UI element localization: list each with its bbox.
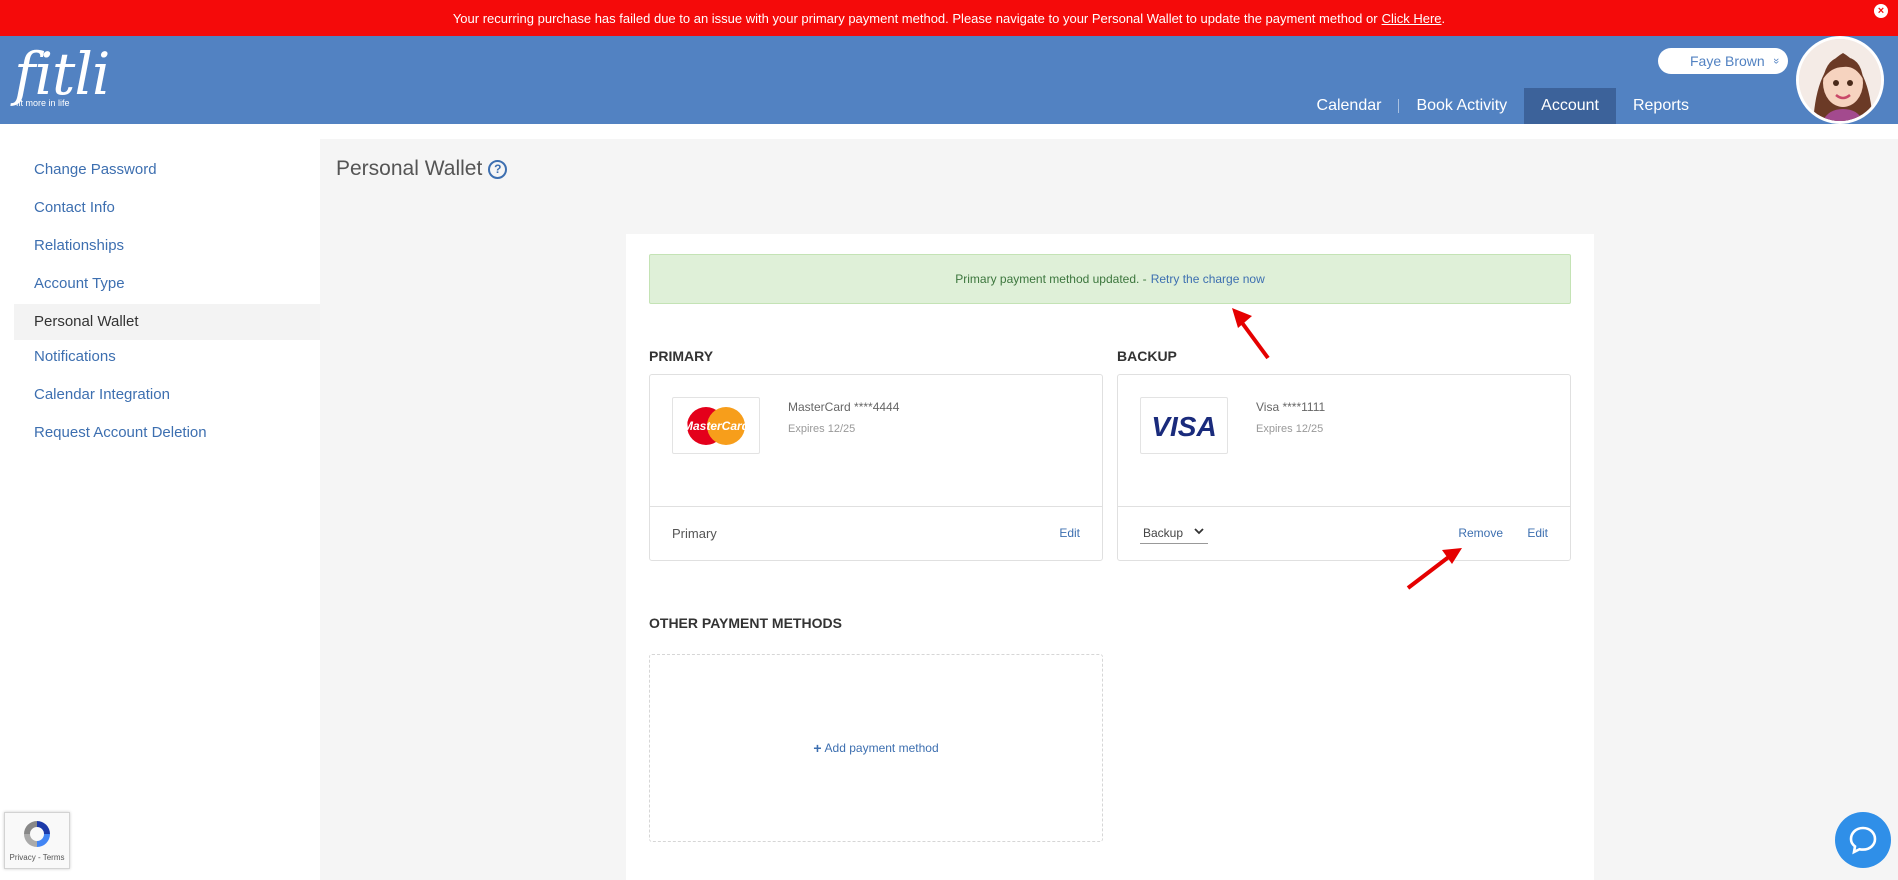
nav-book-activity[interactable]: Book Activity [1399,88,1524,124]
sidebar-item-request-account-deletion[interactable]: Request Account Deletion [0,418,320,456]
banner-period: . [1441,10,1446,26]
main-content: Personal Wallet ? Primary payment method… [320,139,1898,880]
sidebar-item-notifications[interactable]: Notifications [0,342,320,380]
nav-reports[interactable]: Reports [1616,88,1706,124]
success-message: Primary payment method updated. - [955,272,1147,286]
chevron-down-icon [1194,522,1204,544]
sidebar-item-contact-info[interactable]: Contact Info [0,193,320,231]
banner-click-here-link[interactable]: Click Here [1382,11,1442,26]
fitli-logo[interactable]: fitli fit more in life [14,40,110,108]
close-icon[interactable]: × [1874,4,1888,18]
backup-section-label: BACKUP [1117,348,1177,364]
primary-card: MasterCard MasterCard ****4444 Expires 1… [649,374,1103,561]
plus-icon: + [813,740,822,756]
sidebar-item-change-password[interactable]: Change Password [0,155,320,193]
card-footer: Backup Remove Edit [1118,506,1570,560]
chat-bubble-icon [1849,826,1877,855]
visa-icon: VISA [1151,411,1216,441]
page-title-text: Personal Wallet [336,157,483,180]
role-select[interactable]: Backup [1140,522,1208,544]
annotation-arrow-icon [1406,548,1462,590]
add-payment-method-button[interactable]: + Add payment method [649,654,1103,842]
top-header: fitli fit more in life Faye Brown » Cale… [0,36,1898,124]
role-select-value: Backup [1143,526,1184,540]
recurring-failure-banner: Your recurring purchase has failed due t… [0,0,1898,36]
visa-logo: VISA [1140,397,1228,454]
sidebar-item-calendar-integration[interactable]: Calendar Integration [0,380,320,418]
nav-calendar[interactable]: Calendar [1300,88,1399,124]
sidebar-item-relationships[interactable]: Relationships [0,231,320,269]
sidebar-item-account-type[interactable]: Account Type [0,269,320,307]
add-payment-method-label: Add payment method [824,741,939,755]
banner-message: Your recurring purchase has failed due t… [452,10,1378,26]
logo-word: fitli [14,40,110,108]
card-expiry: Expires 12/25 [788,423,856,435]
main-nav: Calendar Book Activity Account Reports [1300,88,1898,124]
chat-button[interactable] [1835,812,1891,868]
card-expiry: Expires 12/25 [1256,423,1324,435]
page-title: Personal Wallet ? [336,157,508,181]
visa-logo-text: VISA [1151,411,1216,441]
retry-charge-link[interactable]: Retry the charge now [1151,272,1265,286]
chevron-down-icon: » [1769,57,1782,65]
remove-button[interactable]: Remove [1458,526,1503,540]
recaptcha-badge[interactable]: Privacy - Terms [4,812,70,869]
nav-account[interactable]: Account [1524,88,1616,124]
other-methods-section-label: OTHER PAYMENT METHODS [649,615,842,631]
account-sidebar: Change Password Contact Info Relationshi… [0,155,320,456]
recaptcha-icon [24,821,50,847]
mastercard-icon: MasterCard [683,406,750,445]
user-name: Faye Brown [1690,53,1765,69]
card-role: Primary [672,526,717,541]
card-name: MasterCard ****4444 [788,400,900,414]
mastercard-logo: MasterCard [672,397,760,454]
edit-button[interactable]: Edit [1527,526,1548,540]
sidebar-item-personal-wallet[interactable]: Personal Wallet [14,304,320,340]
annotation-arrow-icon [1232,308,1270,360]
edit-button[interactable]: Edit [1059,526,1080,540]
recaptcha-text: Privacy - Terms [9,853,65,862]
backup-card: VISA Visa ****1111 Expires 12/25 Backup … [1117,374,1571,561]
card-name: Visa ****1111 [1256,400,1326,414]
success-alert: Primary payment method updated. - Retry … [649,254,1571,304]
help-icon[interactable]: ? [488,159,508,179]
card-footer: Primary Edit [650,506,1102,560]
user-menu-button[interactable]: Faye Brown » [1658,48,1788,74]
mastercard-logo-text: MasterCard [683,419,750,433]
primary-section-label: PRIMARY [649,348,714,364]
